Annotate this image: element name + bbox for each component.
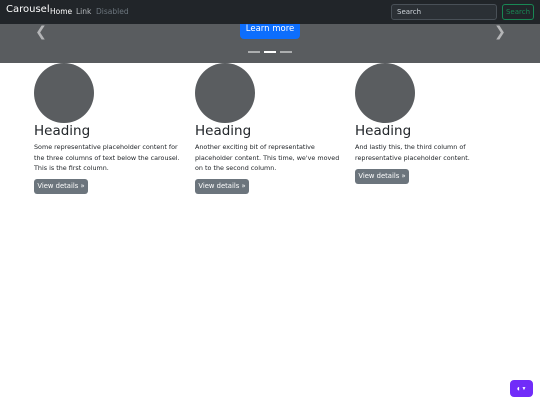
- search-input[interactable]: [391, 4, 497, 20]
- chevron-right-icon: ❯: [494, 24, 506, 40]
- carousel-next-button[interactable]: ❯: [485, 24, 515, 40]
- carousel-indicator-2[interactable]: [264, 51, 276, 53]
- navbar: Carousel Home Link Disabled Search: [0, 0, 540, 24]
- nav-link-home[interactable]: Home: [50, 7, 72, 16]
- nav-link-link[interactable]: Link: [76, 7, 91, 16]
- column-text: Some representative placeholder content …: [34, 143, 180, 172]
- carousel-prev-button[interactable]: ❮: [26, 24, 56, 40]
- search-button[interactable]: Search: [502, 4, 534, 20]
- view-details-button[interactable]: View details »: [195, 179, 249, 194]
- view-details-button[interactable]: View details »: [34, 179, 88, 194]
- placeholder-image: [34, 63, 94, 123]
- column-text: Another exciting bit of representative p…: [195, 143, 340, 172]
- column-heading: Heading: [34, 123, 91, 139]
- carousel: ❮ Learn more ❯: [0, 24, 540, 63]
- carousel-indicator-3[interactable]: [280, 51, 292, 53]
- column-text: And lastly this, the third column of rep…: [355, 143, 470, 162]
- chevron-down-icon: ▼: [521, 386, 527, 392]
- learn-more-button[interactable]: Learn more: [240, 24, 300, 39]
- brand-link[interactable]: Carousel: [6, 4, 50, 15]
- placeholder-image: [195, 63, 255, 123]
- view-details-button[interactable]: View details »: [355, 169, 409, 184]
- column-heading: Heading: [355, 123, 412, 139]
- chevron-left-icon: ❮: [35, 24, 47, 40]
- column-heading: Heading: [195, 123, 252, 139]
- placeholder-image: [355, 63, 415, 123]
- nav-link-disabled: Disabled: [96, 7, 129, 16]
- carousel-indicator-1[interactable]: [248, 51, 260, 53]
- theme-toggle-button[interactable]: ◐▼: [510, 380, 533, 397]
- carousel-indicators: [248, 51, 294, 53]
